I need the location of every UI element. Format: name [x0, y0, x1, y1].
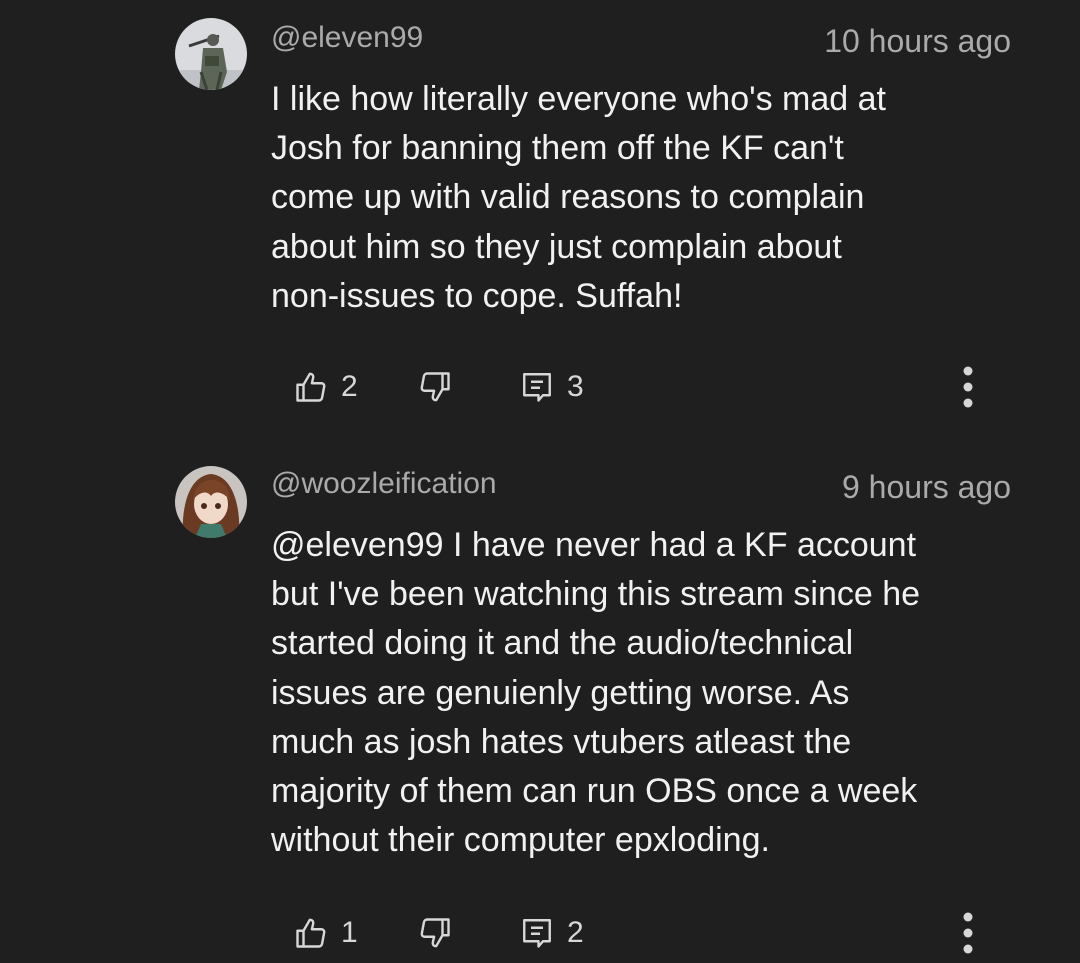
- reply-count: 3: [567, 370, 584, 403]
- reply-icon: [523, 919, 551, 948]
- like-button[interactable]: 1: [293, 915, 358, 951]
- thumbs-down-icon: [420, 372, 450, 402]
- comment-author-handle[interactable]: @woozleification: [271, 466, 497, 502]
- reply-icon: [523, 373, 551, 402]
- like-count: 1: [341, 916, 358, 949]
- more-vert-icon: [963, 912, 973, 954]
- comment-action-bar: 1 2: [0, 903, 1080, 963]
- thumbs-up-icon: [296, 918, 326, 948]
- dislike-button[interactable]: [417, 369, 453, 405]
- dislike-button[interactable]: [417, 915, 453, 951]
- avatar[interactable]: [175, 18, 247, 90]
- comment: @eleven99 10 hours ago I like how litera…: [0, 0, 1080, 450]
- comment-text: I like how literally everyone who's mad …: [271, 80, 886, 315]
- more-options-button[interactable]: [955, 362, 981, 412]
- thumbs-down-icon: [420, 918, 450, 948]
- reply-count: 2: [567, 916, 584, 949]
- like-button[interactable]: 2: [293, 369, 358, 405]
- comment-author-handle[interactable]: @eleven99: [271, 20, 423, 56]
- comment-timestamp: 9 hours ago: [841, 469, 1011, 505]
- avatar[interactable]: [175, 466, 247, 538]
- comment-timestamp: 10 hours ago: [824, 23, 1011, 59]
- comment: @woozleification 9 hours ago @eleven99 I…: [0, 450, 1080, 958]
- reply-button[interactable]: 2: [519, 915, 584, 951]
- more-vert-icon: [963, 366, 973, 408]
- like-count: 2: [341, 370, 358, 403]
- comment-text: @eleven99 I have never had a KF account …: [271, 526, 921, 860]
- reply-button[interactable]: 3: [519, 369, 584, 405]
- more-options-button[interactable]: [955, 908, 981, 958]
- comment-action-bar: 2 3: [0, 357, 1080, 417]
- thumbs-up-icon: [296, 372, 326, 402]
